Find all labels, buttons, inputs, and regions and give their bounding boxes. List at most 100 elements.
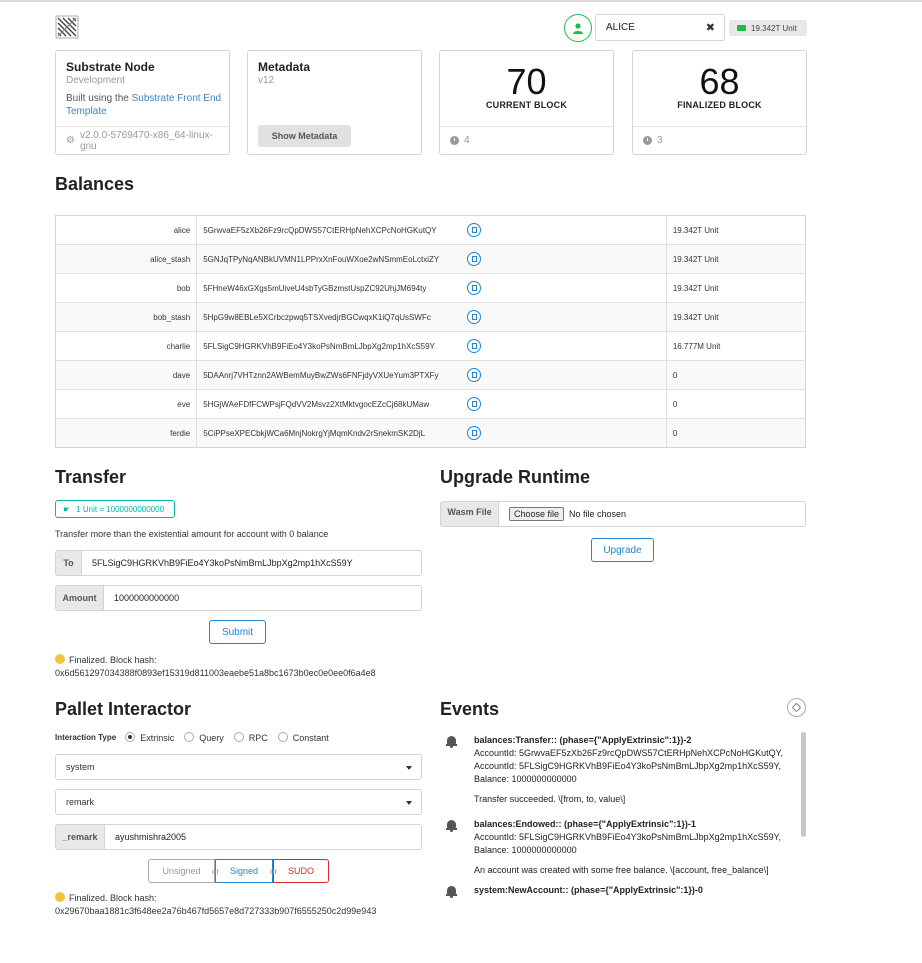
copy-icon[interactable] bbox=[467, 310, 482, 324]
event-title: system:NewAccount:: (phase={"ApplyExtrin… bbox=[474, 885, 703, 895]
remark-param-input[interactable]: ayushmishra2005 bbox=[105, 824, 422, 850]
radio-extrinsic[interactable]: Extrinsic bbox=[125, 732, 174, 743]
balances-table: alice 5GrwvaEF5zXb26Fz9rcQpDWS57CtERHpNeh… bbox=[55, 215, 806, 448]
radio-extrinsic-dot[interactable] bbox=[125, 732, 136, 742]
clear-icon[interactable]: ✖ bbox=[706, 21, 715, 34]
table-row: dave 5DAAnrj7VHTznn2AWBemMuyBwZWs6FNFjdyV… bbox=[55, 360, 806, 390]
pallet-block-hash: 0x29670baa1881c3f648ee2a76b467fd5657e8d7… bbox=[55, 906, 377, 916]
current-block-value: 70 bbox=[506, 61, 547, 102]
account-selector-value: ALICE bbox=[606, 22, 635, 33]
account-name: eve bbox=[55, 389, 198, 419]
copy-icon[interactable] bbox=[467, 339, 482, 353]
transfer-hint: Transfer more than the existential amoun… bbox=[55, 529, 329, 539]
account-name: alice_stash bbox=[55, 244, 198, 274]
to-address-input[interactable]: 5FLSigC9HGRKVhB9FiEo4Y3koPsNmBmLJbpXg2mp… bbox=[82, 550, 422, 576]
upgrade-button[interactable]: Upgrade bbox=[591, 538, 654, 562]
table-row: eve 5HGjWAeFDfFCWPsjFQdVV2Msvz2XtMktvgocE… bbox=[55, 389, 806, 419]
unsigned-button[interactable]: Unsigned bbox=[148, 859, 215, 883]
table-row: ferdie 5CiPPseXPECbkjWCa6MnjNokrgYjMqmKnd… bbox=[55, 418, 806, 448]
signed-button[interactable]: Signed bbox=[215, 859, 273, 883]
event-description: Transfer succeeded. \[from, to, value\] bbox=[474, 794, 626, 804]
copy-icon[interactable] bbox=[467, 368, 482, 382]
radio-constant[interactable]: Constant bbox=[277, 732, 329, 743]
choose-file-button[interactable]: Choose file bbox=[509, 507, 565, 521]
event-param: AccountId: 5GrwvaEF5zXb26Fz9rcQpDWS57CtE… bbox=[474, 748, 783, 758]
table-row: charlie 5FLSigC9HGRKVhB9FiEo4Y3koPsNmBmLJ… bbox=[55, 331, 806, 361]
account-balance: 0 bbox=[666, 418, 806, 448]
radio-rpc-dot[interactable] bbox=[233, 732, 244, 742]
pallet-select[interactable]: system bbox=[55, 754, 422, 780]
account-selector[interactable]: ALICE ✖ bbox=[595, 14, 725, 41]
event-param: Balance: 1000000000000 bbox=[474, 774, 577, 784]
substrate-logo[interactable] bbox=[55, 15, 79, 39]
remark-param-label: _remark bbox=[55, 824, 105, 850]
table-row: bob 5FHneW46xGXgs5mUiveU4sbTyGBzmstUspZC9… bbox=[55, 273, 806, 303]
transfer-heading: Transfer bbox=[55, 467, 127, 487]
copy-icon[interactable] bbox=[467, 281, 482, 295]
pallet-interactor-heading: Pallet Interactor bbox=[55, 699, 192, 719]
metadata-card: Metadata v12 Show Metadata bbox=[247, 50, 422, 155]
event-title: balances:Transfer:: (phase={"ApplyExtrin… bbox=[474, 735, 692, 745]
transfer-status: Finalized. Block hash: 0x6d561297034388f… bbox=[55, 654, 376, 678]
events-feed[interactable]: balances:Transfer:: (phase={"ApplyExtrin… bbox=[440, 730, 808, 900]
transfer-block-hash: 0x6d561297034388f0893ef15319d811003eaebe… bbox=[55, 668, 376, 678]
account-address: 5FHneW46xGXgs5mUiveU4sbTyGBzmstUspZC92Uh… bbox=[196, 273, 667, 303]
bell-icon bbox=[446, 886, 457, 898]
callable-select[interactable]: remark bbox=[55, 789, 422, 815]
events-heading: Events bbox=[440, 699, 500, 719]
pallet-status: Finalized. Block hash: 0x29670baa1881c3f… bbox=[55, 892, 377, 916]
clear-events-icon[interactable] bbox=[787, 698, 806, 717]
metadata-card-title: Metadata bbox=[258, 60, 311, 74]
bell-icon bbox=[446, 820, 457, 832]
radio-rpc[interactable]: RPC bbox=[233, 732, 268, 743]
sudo-button[interactable]: SUDO bbox=[273, 859, 329, 883]
gear-icon: ⚙ bbox=[66, 135, 75, 146]
interaction-type-label: Interaction Type bbox=[55, 733, 117, 742]
radio-query[interactable]: Query bbox=[184, 732, 224, 743]
account-name: ferdie bbox=[55, 418, 198, 448]
submit-button-group: Unsigned or Signed or SUDO bbox=[148, 859, 329, 883]
copy-icon[interactable] bbox=[467, 252, 482, 266]
clock-icon bbox=[643, 136, 652, 145]
current-block-card: 70 CURRENT BLOCK 4 bbox=[439, 50, 614, 155]
account-address: 5FLSigC9HGRKVhB9FiEo4Y3koPsNmBmLJbpXg2mp… bbox=[196, 331, 667, 361]
node-card-desc: Built using the Substrate Front End Temp… bbox=[66, 93, 222, 117]
no-file-text: No file chosen bbox=[569, 509, 627, 519]
copy-icon[interactable] bbox=[467, 223, 482, 237]
account-balance: 0 bbox=[666, 360, 806, 390]
account-name: alice bbox=[55, 215, 198, 245]
table-row: bob_stash 5HpG9w8EBLe5XCrbczpwq5TSXvedjrB… bbox=[55, 302, 806, 332]
chevron-down-icon bbox=[406, 766, 412, 770]
radio-query-dot[interactable] bbox=[184, 732, 195, 742]
node-version: v2.0.0-5769470-x86_64-linux-gnu bbox=[79, 129, 213, 152]
transfer-submit-button[interactable]: Submit bbox=[209, 620, 266, 644]
upgrade-runtime-heading: Upgrade Runtime bbox=[440, 467, 591, 487]
node-info-card: Substrate Node Development Built using t… bbox=[55, 50, 230, 155]
copy-icon[interactable] bbox=[467, 426, 482, 440]
amount-input[interactable]: 1000000000000 bbox=[104, 585, 422, 611]
event-param: Balance: 1000000000000 bbox=[474, 845, 577, 855]
wallet-icon bbox=[737, 25, 746, 31]
amount-label: Amount bbox=[55, 585, 104, 611]
metadata-version: v12 bbox=[258, 75, 275, 86]
chevron-down-icon bbox=[406, 801, 412, 805]
balances-heading: Balances bbox=[55, 174, 135, 194]
account-address: 5GNJqTPyNqANBkUVMN1LPPrxXnFouWXoe2wNSmmE… bbox=[196, 244, 667, 274]
current-block-label: CURRENT BLOCK bbox=[485, 100, 568, 110]
finalized-block-card: 68 FINALIZED BLOCK 3 bbox=[632, 50, 807, 155]
account-name: charlie bbox=[55, 331, 198, 361]
account-avatar-icon[interactable] bbox=[564, 14, 592, 42]
radio-constant-dot[interactable] bbox=[277, 732, 288, 742]
account-balance: 19.342T Unit bbox=[666, 302, 806, 332]
scrollbar[interactable] bbox=[801, 732, 806, 837]
event-description: An account was created with some free ba… bbox=[474, 865, 769, 875]
show-metadata-button[interactable]: Show Metadata bbox=[258, 125, 351, 147]
finalized-block-value: 68 bbox=[699, 61, 740, 102]
wasm-file-label: Wasm File bbox=[440, 501, 499, 527]
wasm-file-input[interactable]: Choose file No file chosen bbox=[499, 501, 806, 527]
copy-icon[interactable] bbox=[467, 397, 482, 411]
account-balance: 19.342T Unit bbox=[672, 225, 719, 235]
account-balance: 19.342T Unit bbox=[666, 244, 806, 274]
node-card-meta: Development bbox=[66, 75, 125, 86]
account-name: dave bbox=[55, 360, 198, 390]
